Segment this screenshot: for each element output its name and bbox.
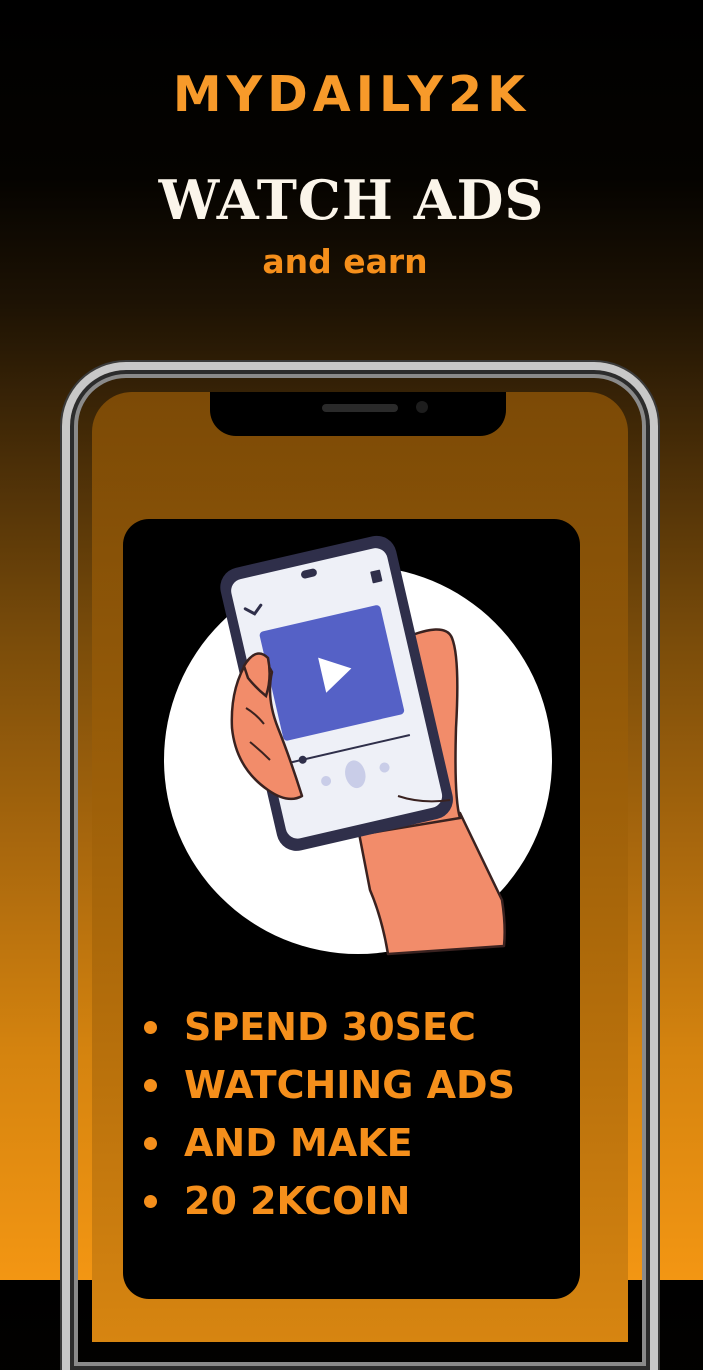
feature-item: WATCHING ADS bbox=[144, 1056, 515, 1114]
bullet-dot-icon bbox=[144, 1020, 157, 1034]
bullet-dot-icon bbox=[144, 1078, 157, 1092]
feature-text: AND MAKE bbox=[184, 1121, 413, 1165]
feature-item: SPEND 30SEC bbox=[144, 998, 515, 1056]
brand-title: MYDAILY2K bbox=[172, 66, 531, 123]
headline: WATCH ADS bbox=[158, 168, 545, 232]
bullet-dot-icon bbox=[144, 1136, 157, 1150]
phone-notch bbox=[210, 392, 506, 436]
feature-item: AND MAKE bbox=[144, 1114, 515, 1172]
bullet-dot-icon bbox=[144, 1194, 157, 1208]
subheadline: and earn bbox=[262, 242, 428, 281]
feature-text: WATCHING ADS bbox=[184, 1063, 515, 1107]
feature-text: 20 2KCOIN bbox=[184, 1179, 411, 1223]
feature-text: SPEND 30SEC bbox=[184, 1005, 476, 1049]
feature-list: SPEND 30SEC WATCHING ADS AND MAKE 20 2KC… bbox=[144, 998, 515, 1230]
hand-holding-phone-illustration bbox=[164, 535, 552, 956]
phone-speaker bbox=[322, 404, 398, 412]
feature-item: 20 2KCOIN bbox=[144, 1172, 515, 1230]
phone-camera bbox=[416, 401, 428, 413]
